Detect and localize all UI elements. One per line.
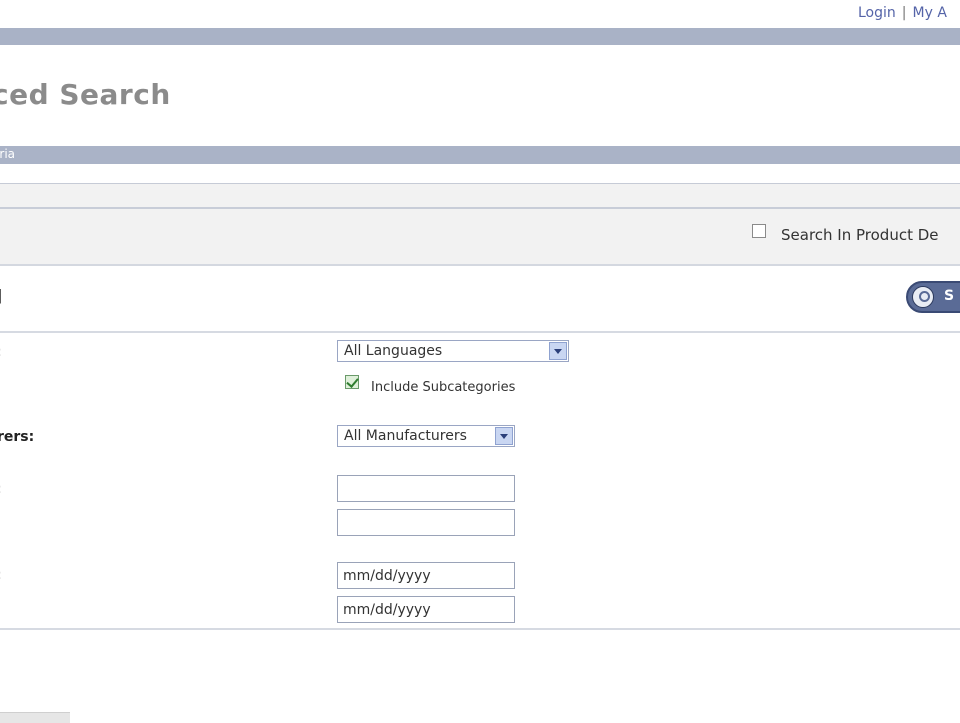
manufacturers-select-value: All Manufacturers: [344, 428, 467, 444]
header-links: Login | My A: [858, 5, 947, 21]
help-link-bracket[interactable]: ]: [0, 286, 2, 305]
date-label: :: [0, 567, 2, 583]
language-select[interactable]: All Languages: [337, 340, 569, 362]
include-subcategories-checkbox[interactable]: [345, 375, 359, 389]
page-title: ced Search: [0, 78, 171, 111]
keywords-input-line: [0, 207, 960, 209]
price-from-input[interactable]: [337, 475, 515, 502]
keywords-band: [0, 183, 960, 266]
price-to-input[interactable]: [337, 509, 515, 536]
include-subcategories-label: Include Subcategories: [371, 380, 516, 395]
price-label: :: [0, 481, 2, 497]
magnifier-icon: [912, 286, 934, 308]
chevron-down-icon: [549, 342, 567, 360]
bottom-button-edge[interactable]: [0, 712, 70, 723]
form-divider-bottom: [0, 628, 960, 630]
form-divider-top: [0, 331, 960, 333]
header-bar: [0, 28, 960, 45]
chevron-down-icon: [495, 427, 513, 445]
language-label: :: [0, 344, 2, 360]
manufacturers-select[interactable]: All Manufacturers: [337, 425, 515, 447]
search-in-description-checkbox[interactable]: [752, 224, 766, 238]
criteria-section-bar: eria: [0, 146, 960, 164]
date-from-input[interactable]: [337, 562, 515, 589]
date-to-input[interactable]: [337, 596, 515, 623]
criteria-section-title: eria: [0, 147, 16, 161]
search-button[interactable]: S: [906, 281, 960, 313]
language-select-value: All Languages: [344, 343, 443, 359]
manufacturers-label: rers:: [0, 429, 35, 445]
login-link[interactable]: Login: [858, 5, 896, 21]
header-separator: |: [901, 5, 907, 21]
search-in-description-label: Search In Product De: [781, 226, 939, 244]
search-button-label: S: [944, 288, 955, 304]
my-account-link[interactable]: My A: [913, 5, 947, 21]
